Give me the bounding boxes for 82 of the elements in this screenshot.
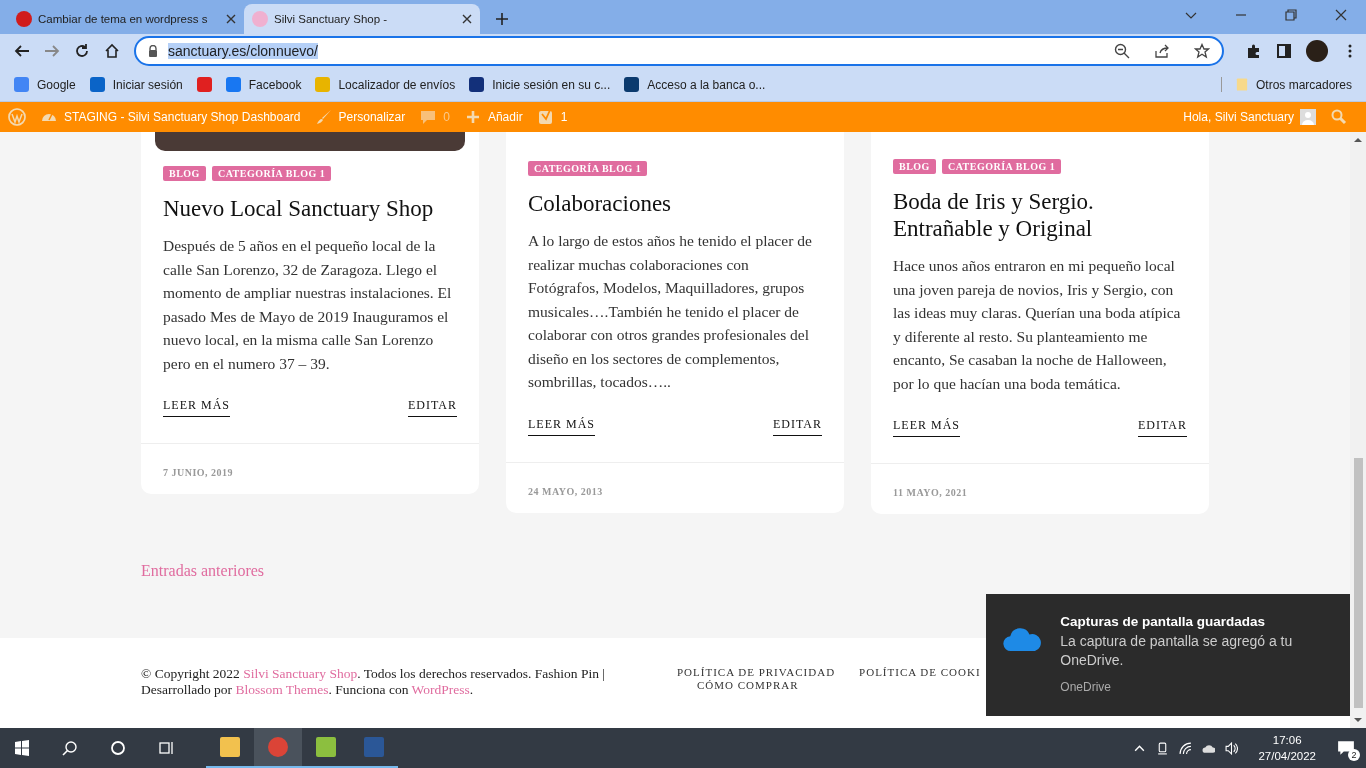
new-tab-icon[interactable]	[496, 13, 508, 25]
speaker-icon[interactable]	[1225, 741, 1239, 755]
edit-link[interactable]: EDITAR	[407, 398, 457, 417]
post-excerpt: Después de 5 años en el pequeño local de la calle San Lorenzo, 32 de Zaragoza. Llego el momento de ampliar nuestras instalaciones. El pasado Mes de Mayo de 2019 Inauguramos el nuevo local, en la misma calle San Lorenzo pero en el numero 37 – 39.	[162, 236, 453, 374]
footer-menu-link[interactable]: POLÍTICA DE COOKI	[859, 666, 981, 679]
cloud-icon	[1002, 626, 1043, 654]
browser-tab[interactable]: Cambiar de tema en wordpress s	[8, 4, 244, 34]
edit-link[interactable]: EDITAR	[772, 416, 822, 436]
clock-time: 17:06	[1272, 733, 1302, 748]
search-icon[interactable]	[62, 740, 78, 756]
post-title[interactable]: Colaboraciones	[506, 176, 844, 217]
brush-icon	[314, 108, 333, 126]
bookmark-icon	[315, 77, 331, 92]
bookmark[interactable]: Iniciar sesión	[89, 77, 183, 92]
lock-icon	[148, 45, 158, 57]
device-icon[interactable]	[1156, 741, 1170, 755]
copyright-text: © Copyright 2022 Silvi Sanctuary Shop. Todos los derechos reservados. Fashion Pin | Desarrollado por Blossom Themes. Funciona con WordPress.	[141, 666, 606, 698]
start-icon[interactable]	[14, 740, 30, 756]
favicon-icon	[16, 11, 32, 27]
post-excerpt: Hace unos años entraron en mi pequeño local una joven pareja de novios, Iris y Sergio, con las ideas muy claras. Querían una boda atípica y diferente al resto. Su planteamiento me encanto, Se casaban la noche de Halloween, por lo que hacían una boda temática.	[892, 256, 1182, 394]
post-date: 24 MAYO, 2013	[528, 485, 603, 497]
read-more-link[interactable]: LEER MÁS	[528, 416, 595, 436]
restore-icon[interactable]	[1285, 9, 1297, 21]
notification-source: OneDrive	[1060, 680, 1112, 694]
edit-link[interactable]: EDITAR	[1137, 418, 1187, 437]
circle-icon[interactable]	[110, 740, 126, 756]
scroll-up-icon[interactable]	[1353, 135, 1363, 145]
bookmark-folder[interactable]: Otros marcadores	[1220, 77, 1352, 92]
taskbar-app[interactable]	[254, 728, 302, 768]
notification-count: 2	[1348, 749, 1360, 761]
bookmark[interactable]: Localizador de envíos	[315, 77, 456, 92]
back-icon[interactable]	[14, 43, 30, 59]
reload-icon[interactable]	[74, 43, 90, 59]
bookmark-icon	[469, 77, 485, 92]
bookmark[interactable]	[196, 77, 212, 92]
post-excerpt: A lo largo de estos años he tenido el placer de realizar muchas colaboraciones con Fotógrafos, Modelos, Maquilladores, grupos musicales….También he tenido el placer de colaborar con otros grandes profesionales del diseño en los sectores de complementos, sombrillas, tocados…..	[527, 231, 813, 392]
zoom-out-icon[interactable]	[1114, 43, 1130, 59]
puzzle-icon[interactable]	[1246, 43, 1262, 59]
close-icon[interactable]	[226, 14, 236, 24]
task-view-icon[interactable]	[158, 740, 174, 756]
share-icon[interactable]	[1154, 43, 1170, 59]
message-icon	[1337, 739, 1355, 757]
bookmark[interactable]: Facebook	[225, 77, 302, 92]
bookmark-icon	[624, 77, 640, 92]
wifi-icon[interactable]	[1179, 741, 1193, 755]
avatar[interactable]	[1306, 40, 1328, 62]
scrollbar[interactable]	[1350, 132, 1366, 728]
clock-date: 27/04/2022	[1258, 749, 1316, 764]
notification-title: Capturas de pantalla guardadas	[1060, 614, 1267, 629]
close-icon[interactable]	[1335, 9, 1347, 21]
post-date: 7 JUNIO, 2019	[163, 467, 234, 478]
side-panel-icon[interactable]	[1276, 43, 1292, 59]
star-icon[interactable]	[1194, 43, 1210, 59]
notification-toast[interactable]: Capturas de pantalla guardadas La captura de pantalla se agregó a tu OneDrive. OneDrive	[986, 594, 1350, 716]
bookmark-icon	[89, 77, 105, 92]
comment-icon	[419, 108, 438, 126]
scrollbar-thumb[interactable]	[1353, 458, 1363, 708]
y-logo-icon	[536, 108, 555, 126]
notification-message: La captura de pantalla se agregó a tu OneDrive.	[1060, 632, 1294, 670]
close-icon[interactable]	[462, 14, 472, 24]
forward-icon[interactable]	[44, 43, 60, 59]
bookmark-icon	[14, 77, 29, 92]
bookmark-icon	[196, 77, 212, 92]
home-icon[interactable]	[104, 43, 120, 59]
bookmark[interactable]: Google	[14, 77, 76, 92]
read-more-link[interactable]: LEER MÁS	[163, 398, 230, 417]
scroll-down-icon[interactable]	[1353, 715, 1363, 725]
favicon-icon	[252, 11, 268, 27]
bookmark[interactable]: Acceso a la banca o...	[624, 77, 766, 92]
footer-menu-link[interactable]: POLÍTICA DE PRIVACIDAD	[677, 666, 836, 679]
address-bar[interactable]: sanctuary.es/clonnuevo/	[134, 36, 1224, 66]
browser-tab[interactable]: Silvi Sanctuary Shop -	[244, 4, 480, 34]
avatar-icon	[1300, 109, 1316, 125]
bookmark-icon	[225, 77, 241, 92]
post-date: 11 MAYO, 2021	[893, 487, 968, 498]
footer-menu-link[interactable]: CÓMO COMPRAR	[697, 679, 799, 692]
read-more-link[interactable]: LEER MÁS	[893, 418, 960, 437]
clock[interactable]: 17:06 27/04/2022	[1258, 732, 1316, 764]
folder-icon	[1235, 77, 1248, 92]
post-title[interactable]: Nuevo Local Sanctuary Shop	[141, 181, 479, 222]
bookmark[interactable]: Inicie sesión en su c...	[469, 77, 611, 92]
post-title[interactable]: Boda de Iris y Sergio. Entrañable y Original	[871, 174, 1209, 242]
